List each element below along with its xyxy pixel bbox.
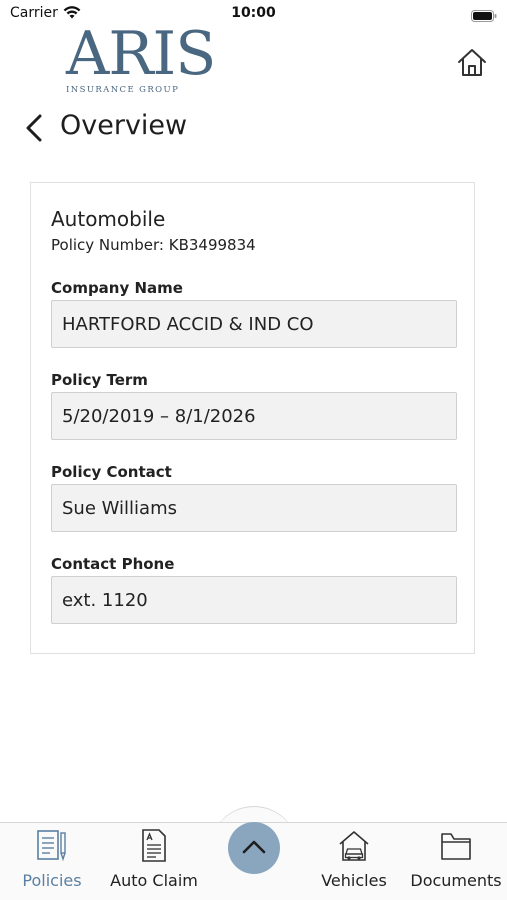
- tab-auto-claim[interactable]: Auto Claim: [104, 828, 204, 894]
- company-name-field: HARTFORD ACCID & IND CO: [51, 300, 457, 348]
- home-button[interactable]: [455, 46, 489, 80]
- logo-wordmark: ARIS: [66, 19, 216, 89]
- policy-contact-label: Policy Contact: [51, 463, 172, 481]
- tab-documents[interactable]: Documents: [404, 828, 507, 894]
- screen: Carrier 10:00 ARIS INSURANCE GROUP Overv…: [0, 0, 507, 900]
- chevron-left-icon: [26, 114, 42, 142]
- policy-type: Automobile: [51, 207, 166, 231]
- policies-icon: [37, 830, 66, 862]
- policy-card: Automobile Policy Number: KB3499834 Comp…: [30, 182, 475, 654]
- policy-term-field: 5/20/2019 – 8/1/2026: [51, 392, 457, 440]
- tab-documents-label: Documents: [410, 871, 502, 890]
- battery-icon: [471, 7, 497, 22]
- tab-policies[interactable]: Policies: [14, 828, 90, 894]
- auto-claim-icon: [142, 829, 166, 862]
- policy-contact-field: Sue Williams: [51, 484, 457, 532]
- tab-policies-label: Policies: [22, 871, 82, 890]
- tab-auto-claim-label: Auto Claim: [110, 871, 198, 890]
- contact-phone-field[interactable]: ext. 1120: [51, 576, 457, 624]
- back-button[interactable]: [22, 112, 48, 144]
- logo-subtitle: INSURANCE GROUP: [66, 85, 180, 95]
- page-title: Overview: [60, 110, 188, 141]
- policy-number: Policy Number: KB3499834: [51, 236, 256, 254]
- vehicles-icon: [339, 831, 369, 861]
- expand-menu-button[interactable]: [228, 822, 280, 874]
- documents-icon: [441, 833, 471, 860]
- company-name-label: Company Name: [51, 279, 183, 297]
- policy-number-value: KB3499834: [168, 236, 256, 254]
- tab-vehicles[interactable]: Vehicles: [312, 828, 396, 894]
- policy-term-label: Policy Term: [51, 371, 148, 389]
- home-icon: [458, 49, 486, 76]
- policy-number-label: Policy Number:: [51, 236, 164, 254]
- contact-phone-label: Contact Phone: [51, 555, 175, 573]
- tab-vehicles-label: Vehicles: [321, 871, 387, 890]
- chevron-up-icon: [242, 840, 266, 854]
- aris-logo: ARIS INSURANCE GROUP: [64, 24, 216, 98]
